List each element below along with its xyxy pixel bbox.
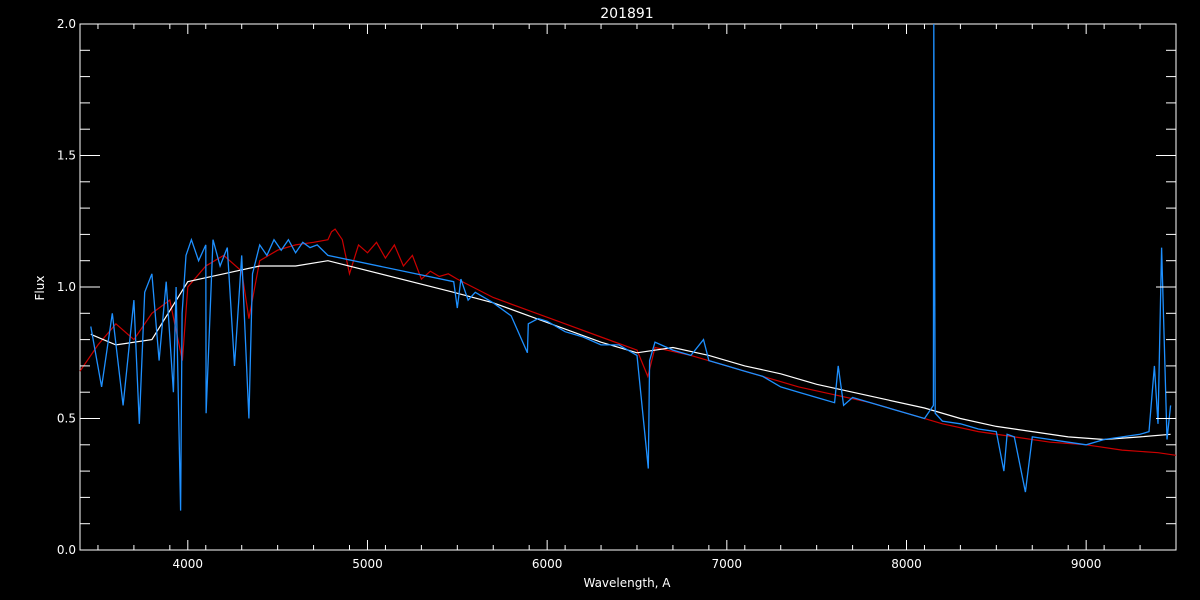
y-tick-label: 1.0 xyxy=(57,280,76,294)
y-tick-label: 2.0 xyxy=(57,17,76,31)
spectrum-chart: 201891 4000 5000 6000 7000 8000 9000 0.0 0.5 1.0… xyxy=(0,0,1200,600)
x-tick-label: 4000 xyxy=(173,557,204,571)
y-tick-label: 0.0 xyxy=(57,543,76,557)
chart-title: 201891 xyxy=(600,6,653,22)
x-tick-label: 6000 xyxy=(532,557,563,571)
x-tick-label: 9000 xyxy=(1071,557,1102,571)
x-tick-label: 8000 xyxy=(891,557,922,571)
x-axis-label: Wavelength, A xyxy=(583,576,671,590)
x-tick-label: 7000 xyxy=(712,557,743,571)
y-axis-label: Flux xyxy=(33,276,47,301)
y-tick-label: 0.5 xyxy=(57,412,76,426)
y-tick-label: 1.5 xyxy=(57,149,76,163)
x-tick-label: 5000 xyxy=(352,557,383,571)
